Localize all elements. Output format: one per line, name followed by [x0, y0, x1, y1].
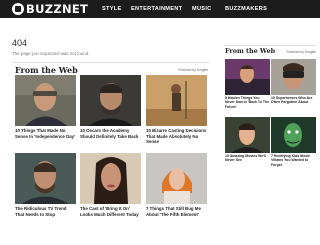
article-thumbnail[interactable] — [146, 153, 207, 204]
side-article-card[interactable]: 9 Hidden Things You Never Saw In 'Back T… — [225, 59, 270, 115]
article-caption[interactable]: 7 Things That Still Bug Me About 'The Fi… — [146, 206, 207, 217]
nav-style[interactable]: STYLE — [102, 0, 122, 18]
side-article-card[interactable]: 10 Amazing Movies We'll Never See — [225, 117, 270, 173]
main-widget-title: From the Web — [15, 65, 78, 75]
error-message: The page you requested was not found. — [12, 51, 90, 56]
article-thumbnail[interactable] — [80, 153, 141, 204]
side-article-card[interactable]: 10 Superheroes Who Are Often Forgotten A… — [271, 59, 316, 115]
article-caption[interactable]: 7 Horrifying Kids Movie Villains You Wan… — [271, 154, 316, 167]
main-widget-powered-by[interactable]: Powered by Sorgitel — [148, 68, 208, 72]
side-widget-powered-by[interactable]: Powered by Sorgitel — [262, 50, 316, 54]
article-caption[interactable]: 10 Superheroes Who Are Often Forgotten A… — [271, 96, 316, 105]
article-thumbnail[interactable] — [271, 59, 316, 95]
buzznet-logo[interactable]: BUZZNET — [12, 2, 88, 16]
nav-music[interactable]: MUSIC — [192, 0, 212, 18]
nav-entertainment[interactable]: ENTERTAINMENT — [131, 0, 182, 18]
article-thumbnail[interactable] — [225, 59, 270, 95]
article-thumbnail[interactable] — [80, 75, 141, 126]
side-widget-divider — [224, 45, 316, 46]
main-article-card[interactable]: 10 Things That Made No Sense In 'Indepen… — [15, 75, 76, 150]
main-article-card[interactable]: 7 Things That Still Bug Me About 'The Fi… — [146, 153, 207, 228]
error-code: 404 — [12, 38, 28, 48]
article-thumbnail[interactable] — [146, 75, 207, 126]
main-article-card[interactable]: 10 Bizarre Casting Decisions That Made A… — [146, 75, 207, 150]
side-article-card[interactable]: 7 Horrifying Kids Movie Villains You Wan… — [271, 117, 316, 173]
logo-text: BUZZNET — [26, 2, 89, 16]
article-caption[interactable]: The Cast of 'Bring It On' Looks Much Dif… — [80, 206, 141, 217]
main-article-card[interactable]: The Ridiculous TV Trend That Needs to St… — [15, 153, 76, 228]
top-navigation-bar: BUZZNET STYLE ENTERTAINMENT MUSIC BUZZMA… — [0, 0, 320, 18]
article-caption[interactable]: The Ridiculous TV Trend That Needs to St… — [15, 206, 76, 217]
article-caption[interactable]: 10 Things That Made No Sense In 'Indepen… — [15, 128, 76, 139]
article-caption[interactable]: 10 Bizarre Casting Decisions That Made A… — [146, 128, 207, 145]
article-thumbnail[interactable] — [225, 117, 270, 153]
article-caption[interactable]: 10 Oscars the Academy Should Definitely … — [80, 128, 141, 139]
main-article-card[interactable]: The Cast of 'Bring It On' Looks Much Dif… — [80, 153, 141, 228]
article-thumbnail[interactable] — [15, 75, 76, 126]
article-thumbnail[interactable] — [15, 153, 76, 204]
buzznet-logo-icon — [12, 3, 24, 15]
article-caption[interactable]: 9 Hidden Things You Never Saw In 'Back T… — [225, 96, 270, 109]
main-article-card[interactable]: 10 Oscars the Academy Should Definitely … — [80, 75, 141, 150]
article-caption[interactable]: 10 Amazing Movies We'll Never See — [225, 154, 270, 163]
article-thumbnail[interactable] — [271, 117, 316, 153]
main-widget-divider — [12, 62, 210, 63]
nav-buzzmakers[interactable]: BUZZMAKERS — [225, 0, 267, 18]
